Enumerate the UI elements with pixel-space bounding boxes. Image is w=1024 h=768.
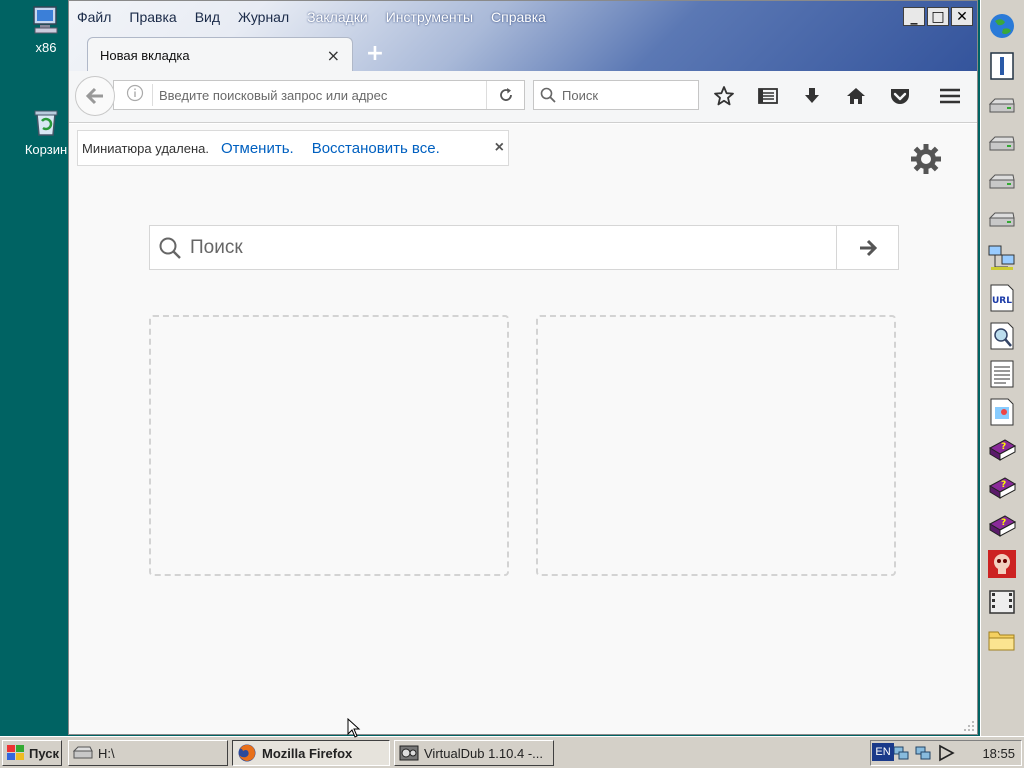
mouse-cursor-icon	[347, 717, 361, 738]
menu-edit[interactable]: Правка	[129, 9, 176, 25]
site-info-icon[interactable]	[118, 84, 152, 106]
bookmark-star-icon[interactable]	[709, 83, 739, 109]
play-arrow-icon[interactable]	[937, 744, 955, 762]
url-bar[interactable]: Введите поисковый запрос или адрес	[113, 80, 525, 110]
toolbar-icons	[709, 83, 915, 109]
network-computers-icon[interactable]	[986, 242, 1018, 274]
content-search-box[interactable]: Поиск	[149, 225, 899, 270]
menu-file[interactable]: Файл	[77, 9, 111, 25]
navigation-toolbar: Введите поисковый запрос или адрес Поиск	[69, 71, 977, 123]
maximize-button[interactable]: □	[927, 7, 949, 26]
image-document-icon[interactable]	[986, 396, 1018, 428]
globe-icon[interactable]	[986, 10, 1018, 42]
notification-message: Миниатюра удалена.	[82, 140, 209, 156]
search-icon	[540, 87, 556, 103]
back-arrow-icon	[85, 87, 103, 105]
drive-icon[interactable]	[986, 166, 1018, 198]
back-button[interactable]	[75, 76, 115, 116]
network-icon[interactable]	[893, 744, 911, 762]
skull-icon[interactable]	[986, 548, 1018, 580]
tab-new-tab[interactable]: Новая вкладка ×	[87, 37, 353, 73]
folder-icon[interactable]	[986, 624, 1018, 656]
start-label: Пуск	[29, 745, 59, 761]
restore-all-link[interactable]: Восстановить все.	[312, 140, 440, 157]
new-tab-page: Миниатюра удалена. Отменить. Восстановит…	[69, 124, 977, 734]
taskbar: Пуск H:\ Mozilla Firefox VirtualDub 1.10…	[0, 736, 1024, 768]
hamburger-menu-icon[interactable]	[935, 83, 965, 109]
text-document-icon[interactable]	[986, 358, 1018, 390]
tab-close-icon[interactable]: ×	[327, 46, 340, 65]
svg-text:?: ?	[1001, 480, 1006, 490]
menu-history[interactable]: Журнал	[238, 9, 289, 25]
firefox-window: Файл Правка Вид Журнал Закладки Инструме…	[68, 0, 978, 735]
recycle-bin-icon	[30, 106, 62, 138]
close-window-button[interactable]: ✕	[951, 7, 973, 26]
quick-launch-bar: URL ? ? ?	[980, 0, 1024, 736]
menu-view[interactable]: Вид	[195, 9, 220, 25]
new-tab-button[interactable]: +	[363, 41, 387, 66]
firefox-icon	[238, 744, 256, 762]
search-input[interactable]: Поиск	[562, 88, 598, 103]
help-book-icon[interactable]: ?	[986, 434, 1018, 466]
magnifier-document-icon[interactable]	[986, 320, 1018, 352]
search-bar[interactable]: Поиск	[533, 80, 699, 110]
help-book-icon[interactable]: ?	[986, 472, 1018, 504]
taskbar-button-label: VirtualDub 1.10.4 -...	[424, 745, 543, 761]
menu-tools[interactable]: Инструменты	[386, 9, 473, 25]
drive-icon[interactable]	[986, 90, 1018, 122]
search-icon	[150, 236, 190, 260]
notification-close-icon[interactable]: ×	[495, 139, 504, 157]
help-book-icon[interactable]: ?	[986, 510, 1018, 542]
url-icon[interactable]: URL	[986, 282, 1018, 314]
menu-bookmarks[interactable]: Закладки	[307, 9, 368, 25]
drive-icon[interactable]	[986, 204, 1018, 236]
svg-text:URL: URL	[992, 296, 1012, 306]
taskbar-button-label: Mozilla Firefox	[262, 745, 353, 761]
search-go-button[interactable]	[836, 226, 898, 269]
download-icon[interactable]	[797, 83, 827, 109]
drive-icon[interactable]	[986, 128, 1018, 160]
windows-logo-icon	[7, 745, 24, 760]
clock[interactable]: 18:55	[982, 746, 1021, 761]
url-input[interactable]: Введите поисковый запрос или адрес	[153, 88, 486, 103]
pocket-icon[interactable]	[885, 83, 915, 109]
empty-tile-slot	[536, 315, 896, 576]
taskbar-button-virtualdub[interactable]: VirtualDub 1.10.4 -...	[394, 740, 554, 766]
computer-icon	[30, 4, 62, 36]
resize-grip-icon[interactable]	[963, 720, 975, 732]
menu-bar: Файл Правка Вид Журнал Закладки Инструме…	[77, 9, 546, 25]
drive-icon	[73, 746, 93, 759]
minimize-button[interactable]: _	[903, 7, 925, 26]
info-book-icon[interactable]	[986, 50, 1018, 82]
tab-title: Новая вкладка	[100, 48, 190, 63]
home-icon[interactable]	[841, 83, 871, 109]
undo-link[interactable]: Отменить.	[221, 140, 294, 157]
language-indicator[interactable]: EN	[872, 743, 894, 761]
taskbar-button-drive-h[interactable]: H:\	[68, 740, 228, 766]
network-icon[interactable]	[915, 744, 933, 762]
empty-tile-slot	[149, 315, 509, 576]
menu-help[interactable]: Справка	[491, 9, 546, 25]
reload-icon[interactable]	[486, 81, 524, 109]
bookmarks-list-icon[interactable]	[753, 83, 783, 109]
thumbnail-removed-notification: Миниатюра удалена. Отменить. Восстановит…	[77, 130, 509, 166]
window-controls: _ □ ✕	[903, 7, 973, 26]
title-bar: Файл Правка Вид Журнал Закладки Инструме…	[69, 1, 977, 73]
virtualdub-icon	[399, 745, 419, 761]
gear-icon[interactable]	[909, 142, 943, 176]
svg-text:?: ?	[1001, 442, 1006, 452]
start-button[interactable]: Пуск	[2, 740, 62, 766]
taskbar-button-firefox[interactable]: Mozilla Firefox	[232, 740, 390, 766]
taskbar-button-label: H:\	[98, 745, 115, 761]
content-search-input[interactable]: Поиск	[190, 237, 836, 259]
film-strip-icon[interactable]	[986, 586, 1018, 618]
svg-text:?: ?	[1001, 518, 1006, 528]
arrow-right-icon	[859, 239, 877, 256]
